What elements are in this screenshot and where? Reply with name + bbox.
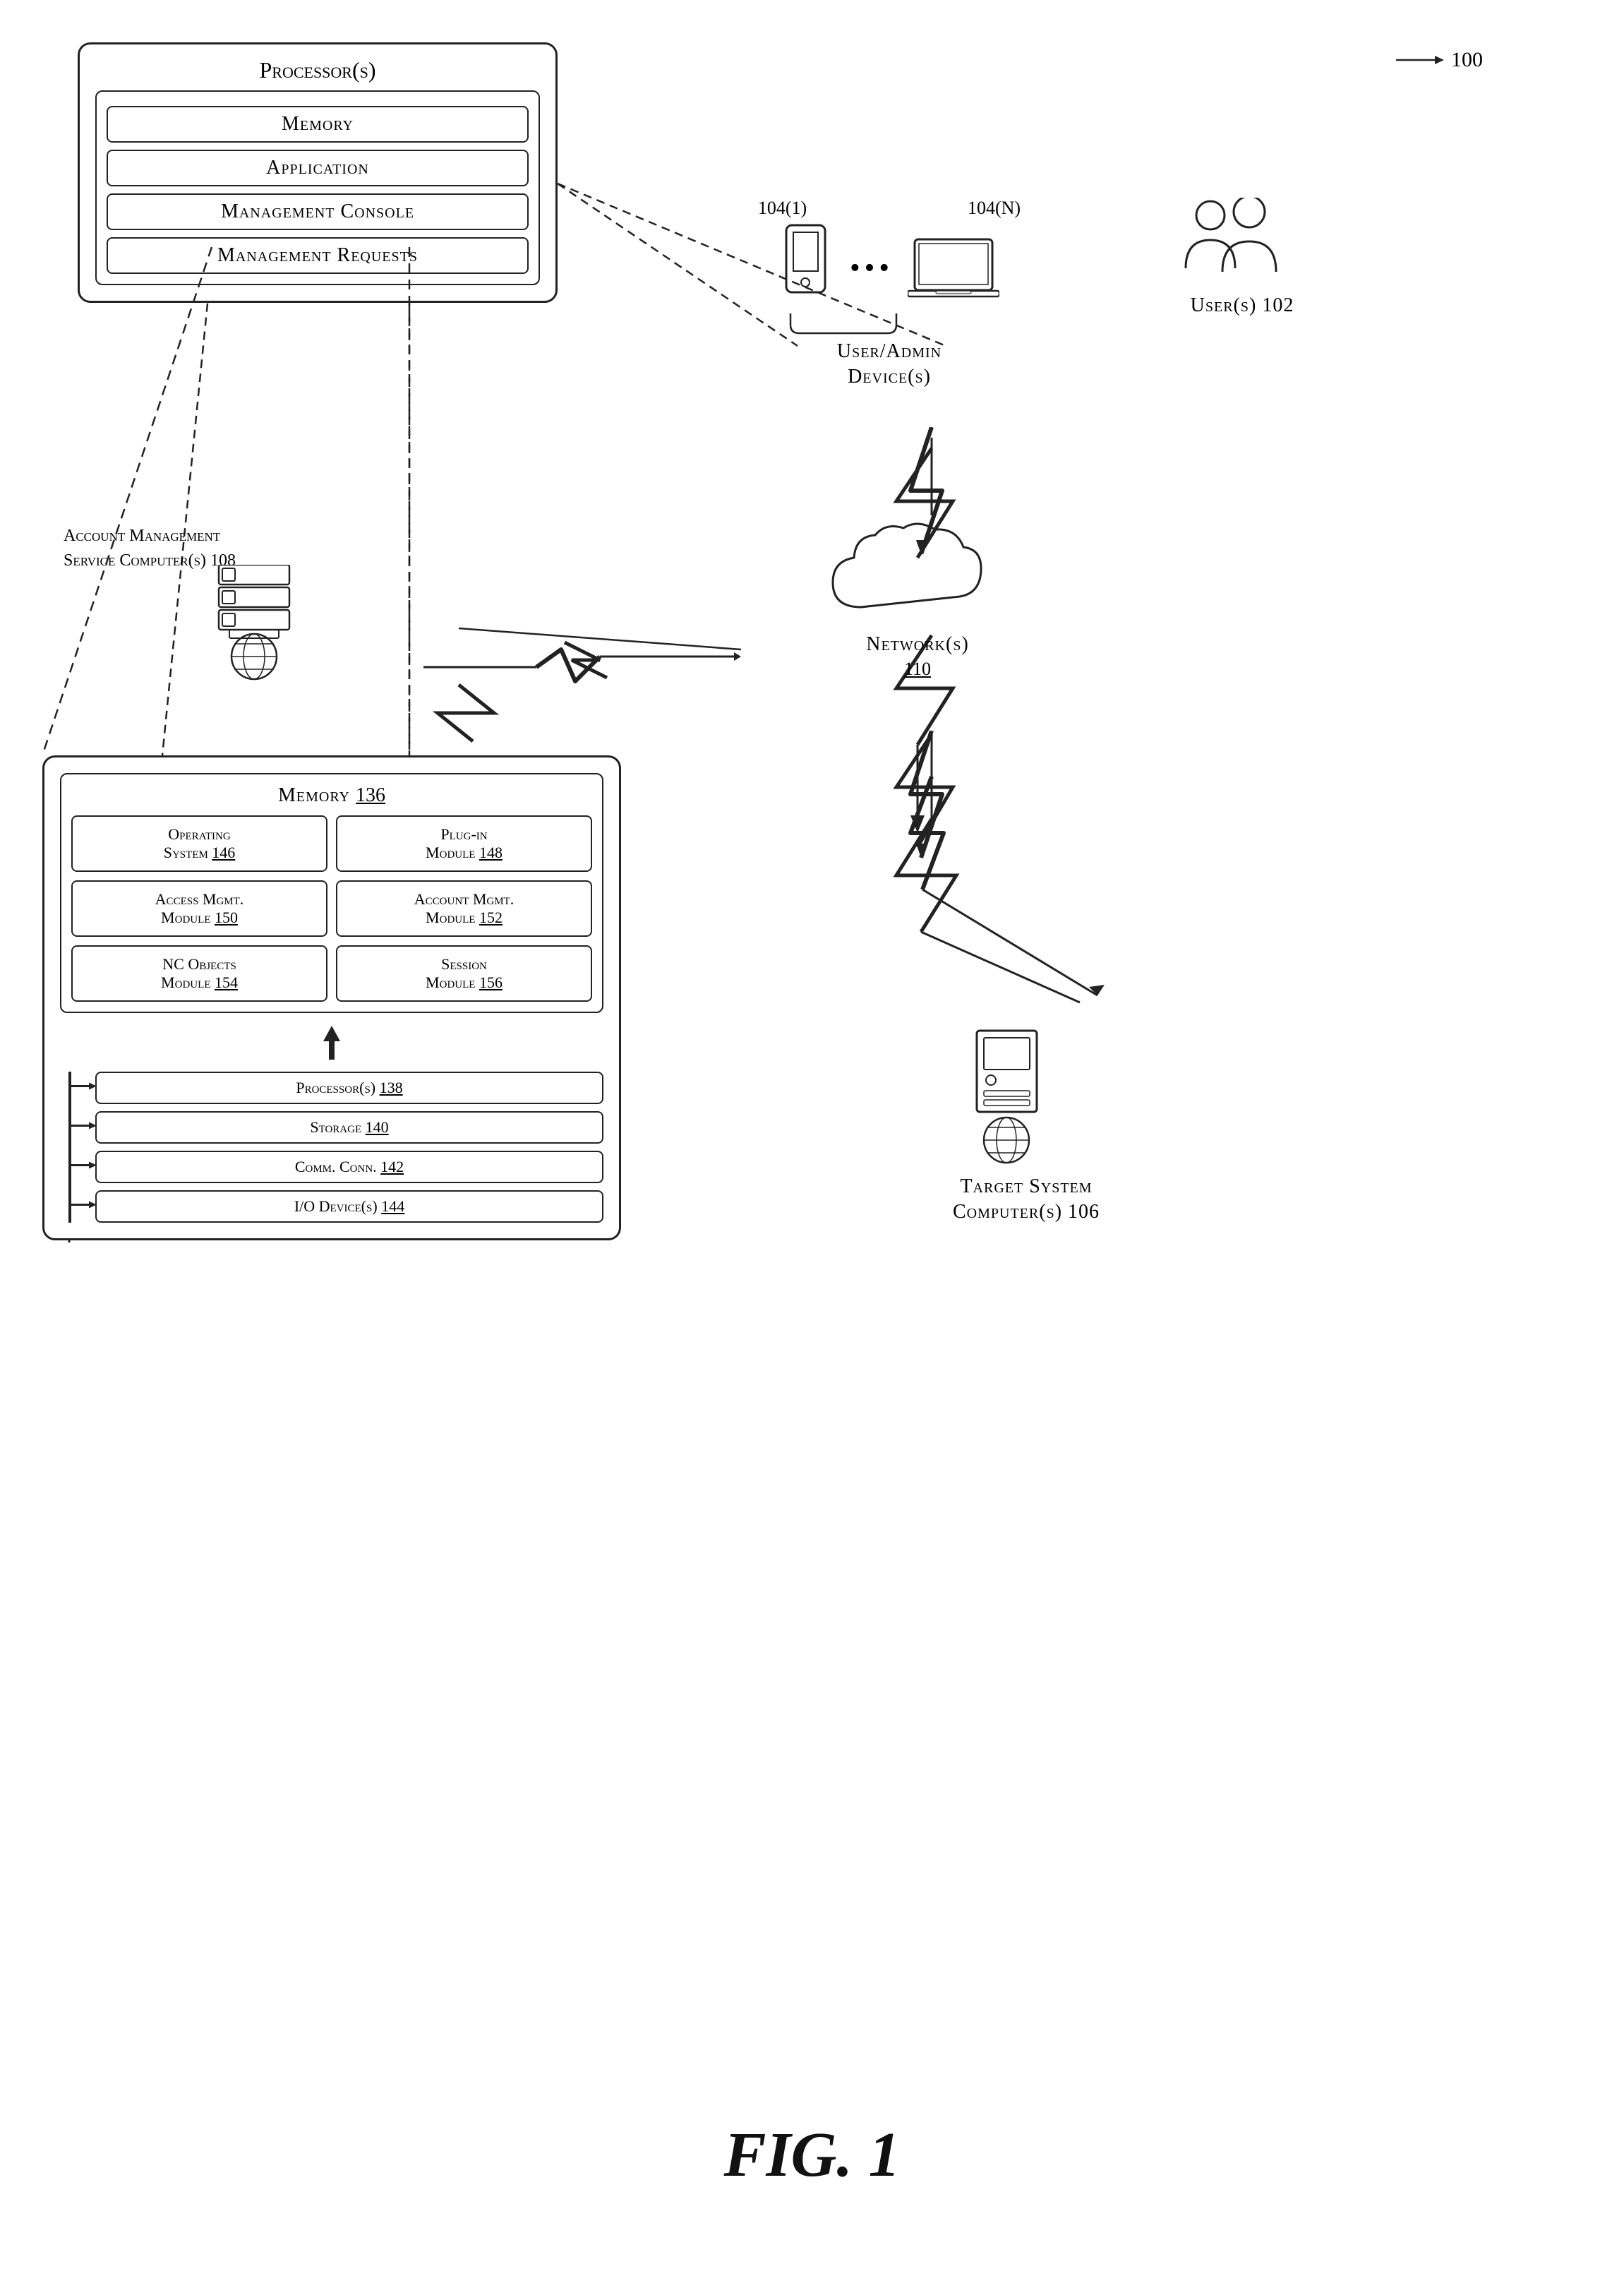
upward-arrow (60, 1026, 603, 1065)
cloud-icon (819, 515, 1016, 642)
management-requests-row: Management Requests (107, 237, 529, 274)
laptop-icon (908, 236, 999, 306)
devices-label: User/Admin Device(s) (678, 339, 1101, 390)
server-stack-icon (205, 565, 332, 706)
top-box-inner: Memory Application Management Console Ma… (95, 90, 540, 285)
users-area: User(s) 102 (1143, 198, 1341, 318)
memory-box: Memory 136 Operating System 146 Plug-in … (60, 773, 603, 1013)
module-grid: Operating System 146 Plug-in Module 148 … (71, 815, 592, 1002)
diagram: Processor(s) Memory Application Manageme… (0, 0, 1624, 2276)
module-cell-1: Plug-in Module 148 (336, 815, 592, 872)
proc-rows-container: Processor(s) 138 Storage 140 (60, 1072, 603, 1223)
application-row: Application (107, 150, 529, 186)
proc-row-1: Storage 140 (95, 1111, 603, 1144)
device-ref-start: 104(1) (758, 198, 807, 219)
memory-row: Memory (107, 106, 529, 143)
processor-label: Processor(s) (95, 57, 540, 83)
arrow-ref-icon (1396, 52, 1445, 68)
memory-title: Memory 136 (71, 784, 592, 807)
proc-row-3: I/O Device(s) 144 (95, 1190, 603, 1223)
arrow-icon-1 (71, 1120, 98, 1132)
device-ref-end: 104(N) (968, 198, 1021, 219)
devices-area: 104(1) 104(N) ••• User/ (678, 198, 1101, 390)
phone-icon (779, 222, 836, 306)
management-console-row: Management Console (107, 193, 529, 230)
left-arrow-3 (71, 1199, 98, 1215)
users-icon (1172, 198, 1313, 289)
target-system-area: Target System Computer(s) 106 (953, 1024, 1100, 1226)
module-cell-0: Operating System 146 (71, 815, 327, 872)
proc-row-2: Comm. Conn. 142 (95, 1151, 603, 1183)
left-arrow-1 (71, 1120, 98, 1136)
brace-devices (783, 311, 995, 336)
ellipsis: ••• (850, 251, 894, 285)
network-area: Network(s) 110 (819, 515, 1016, 681)
device-icons-row: ••• (678, 222, 1101, 306)
module-cell-5: Session Module 156 (336, 945, 592, 1002)
left-arrow-0 (71, 1080, 98, 1096)
proc-row-0: Processor(s) 138 (95, 1072, 603, 1104)
lightning-horizontal (423, 642, 741, 692)
ref-100: 100 (1396, 48, 1483, 72)
module-cell-3: Account Mgmt. Module 152 (336, 880, 592, 937)
target-server-icon (956, 1024, 1097, 1165)
up-arrow-icon (318, 1026, 346, 1061)
users-label: User(s) 102 (1143, 293, 1341, 318)
arrow-icon-3 (71, 1199, 98, 1211)
acct-mgmt-server-icon (205, 565, 332, 709)
server-detail-box: Memory 136 Operating System 146 Plug-in … (42, 755, 621, 1240)
arrow-icon-0 (71, 1080, 98, 1093)
top-processor-box: Processor(s) Memory Application Manageme… (78, 42, 558, 303)
left-arrow-2 (71, 1159, 98, 1175)
arrow-icon-2 (71, 1159, 98, 1172)
lightning-network-below (889, 731, 974, 872)
module-cell-2: Access Mgmt. Module 150 (71, 880, 327, 937)
figure-label: FIG. 1 (723, 2119, 900, 2191)
module-cell-4: NC Objects Module 154 (71, 945, 327, 1002)
target-system-label: Target System Computer(s) 106 (953, 1174, 1100, 1226)
